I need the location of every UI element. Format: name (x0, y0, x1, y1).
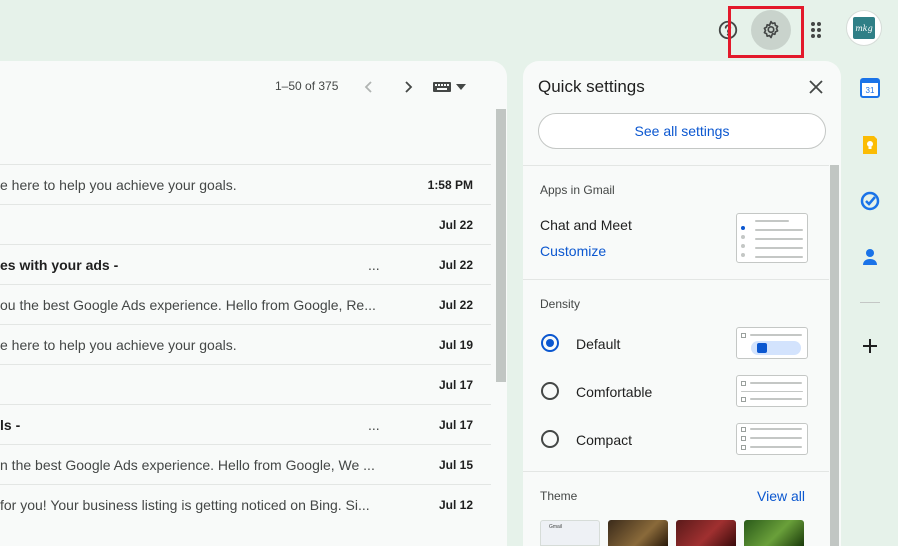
email-ellipsis: ... (368, 417, 380, 433)
side-panel-divider (860, 302, 880, 303)
email-date: Jul 15 (438, 458, 473, 472)
contacts-icon (863, 249, 877, 265)
keyboard-icon (433, 82, 451, 92)
email-snippet: ls - (0, 417, 21, 433)
theme-preview-text: Gmail (549, 524, 563, 530)
divider (523, 165, 829, 166)
density-default-label: Default (576, 336, 621, 352)
keep-button[interactable] (860, 135, 880, 155)
tasks-icon (860, 191, 880, 211)
see-all-settings-button[interactable]: See all settings (538, 113, 826, 149)
quick-settings-title: Quick settings (538, 77, 645, 96)
theme-tile[interactable] (676, 520, 736, 546)
density-comfortable-preview (736, 375, 808, 407)
email-row[interactable]: ou the best Google Ads experience. Hello… (0, 284, 491, 324)
theme-tile[interactable] (744, 520, 804, 546)
email-ellipsis: ... (368, 257, 380, 273)
mail-scrollbar[interactable] (496, 109, 506, 382)
email-date: Jul 22 (438, 298, 473, 312)
apps-in-gmail-label: Apps in Gmail (540, 183, 615, 197)
contacts-button[interactable] (860, 247, 880, 267)
calendar-button[interactable]: 31 (860, 78, 880, 98)
tasks-button[interactable] (860, 191, 880, 211)
email-date: Jul 22 (438, 258, 473, 272)
theme-tile[interactable] (608, 520, 668, 546)
email-row[interactable]: Jul 17 (0, 364, 491, 404)
email-date: Jul 17 (438, 418, 473, 432)
mail-list-panel: 1–50 of 375 e here to help you achieve y… (0, 61, 507, 546)
caret-down-icon (456, 84, 466, 90)
settings-highlight-box (728, 6, 804, 58)
chevron-right-icon (405, 81, 413, 93)
email-row[interactable]: es with your ads - ... Jul 22 (0, 244, 491, 284)
input-tools-button[interactable] (432, 75, 474, 99)
density-default-radio[interactable] (541, 334, 559, 352)
email-row[interactable]: ls - ... Jul 17 (0, 404, 491, 444)
density-label: Density (540, 297, 581, 311)
quick-settings-scrollbar[interactable] (830, 165, 839, 546)
email-row[interactable]: e here to help you achieve your goals. 1… (0, 164, 491, 204)
email-snippet: n the best Google Ads experience. Hello … (0, 457, 375, 473)
chat-meet-label: Chat and Meet (540, 217, 632, 233)
density-comfortable-radio[interactable] (541, 382, 559, 400)
close-icon (809, 80, 823, 94)
email-snippet: e here to help you achieve your goals. (0, 337, 237, 353)
email-row[interactable]: Jul 22 (0, 204, 491, 244)
density-compact-preview (736, 423, 808, 455)
theme-default-tile[interactable]: Gmail (540, 520, 600, 546)
email-snippet: ou the best Google Ads experience. Hello… (0, 297, 376, 313)
density-comfortable-label: Comfortable (576, 384, 653, 400)
density-compact-radio[interactable] (541, 430, 559, 448)
quick-settings-panel: Quick settings See all settings Apps in … (523, 61, 841, 546)
chat-meet-preview (736, 213, 808, 263)
email-snippet: for you! Your business listing is gettin… (0, 497, 370, 513)
top-bar: mkg (0, 0, 898, 60)
email-date: Jul 19 (438, 338, 473, 352)
email-snippet: e here to help you achieve your goals. (0, 177, 237, 193)
email-date: Jul 17 (438, 378, 473, 392)
close-button[interactable] (805, 76, 827, 98)
email-row[interactable]: for you! Your business listing is gettin… (0, 484, 491, 524)
divider (523, 471, 829, 472)
keep-icon (863, 136, 877, 154)
add-icon (863, 339, 877, 353)
view-all-themes-link[interactable]: View all (757, 488, 805, 504)
calendar-icon: 31 (860, 78, 880, 98)
apps-grid-icon (811, 22, 821, 38)
email-row[interactable]: e here to help you achieve your goals. J… (0, 324, 491, 364)
mail-toolbar: 1–50 of 375 (0, 61, 507, 111)
email-date: 1:58 PM (427, 178, 473, 192)
avatar-logo: mkg (853, 17, 875, 39)
email-list: e here to help you achieve your goals. 1… (0, 164, 491, 524)
calendar-day: 31 (866, 86, 875, 95)
density-default-preview (736, 327, 808, 359)
divider (523, 279, 829, 280)
newer-button[interactable] (357, 75, 381, 99)
avatar[interactable]: mkg (846, 10, 882, 46)
add-addon-button[interactable] (860, 336, 880, 356)
page-range: 1–50 of 375 (275, 79, 339, 93)
theme-label: Theme (540, 489, 578, 503)
email-date: Jul 22 (438, 218, 473, 232)
chevron-left-icon (364, 81, 372, 93)
customize-link[interactable]: Customize (540, 243, 606, 259)
email-row[interactable]: n the best Google Ads experience. Hello … (0, 444, 491, 484)
older-button[interactable] (396, 75, 420, 99)
density-compact-label: Compact (576, 432, 633, 448)
email-snippet: es with your ads - (0, 257, 119, 273)
email-date: Jul 12 (438, 498, 473, 512)
